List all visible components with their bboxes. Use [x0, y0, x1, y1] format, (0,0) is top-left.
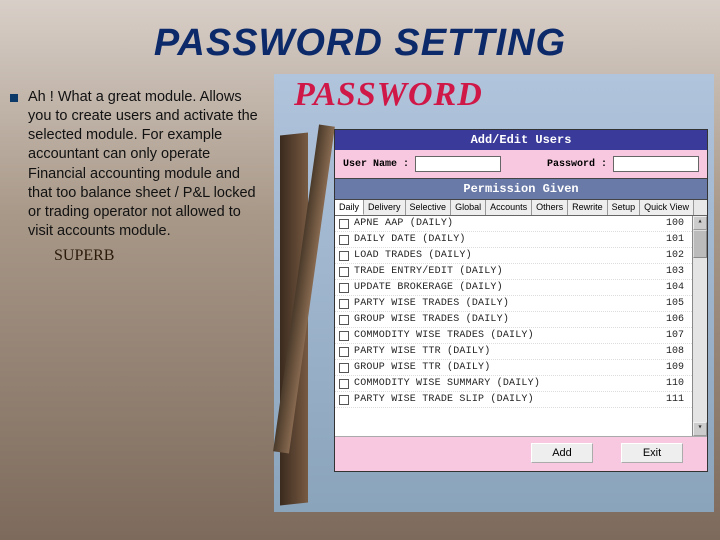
embedded-screenshot: PASSWORD Add/Edit Users User Name : Pass… — [274, 74, 714, 512]
credentials-row: User Name : Password : — [335, 150, 707, 178]
superb-label: SUPERB — [54, 247, 266, 265]
permission-code: 105 — [656, 298, 688, 309]
content-row: Ah ! What a great module. Allows you to … — [0, 84, 720, 265]
checkbox-icon[interactable] — [339, 219, 349, 229]
scroll-down-icon[interactable]: ▾ — [693, 422, 707, 436]
tab-global[interactable]: Global — [451, 200, 486, 215]
permission-label: APNE AAP (DAILY) — [354, 218, 656, 229]
permission-label: COMMODITY WISE TRADES (DAILY) — [354, 330, 656, 341]
list-item[interactable]: TRADE ENTRY/EDIT (DAILY)103 — [335, 264, 692, 280]
list-item[interactable]: GROUP WISE TTR (DAILY)109 — [335, 360, 692, 376]
checkbox-icon[interactable] — [339, 267, 349, 277]
checkbox-icon[interactable] — [339, 331, 349, 341]
checkbox-icon[interactable] — [339, 235, 349, 245]
tab-setup[interactable]: Setup — [608, 200, 641, 215]
checkbox-icon[interactable] — [339, 379, 349, 389]
permission-code: 110 — [656, 378, 688, 389]
list-item[interactable]: LOAD TRADES (DAILY)102 — [335, 248, 692, 264]
tab-accounts[interactable]: Accounts — [486, 200, 532, 215]
permission-code: 101 — [656, 234, 688, 245]
permission-label: DAILY DATE (DAILY) — [354, 234, 656, 245]
tab-others[interactable]: Others — [532, 200, 568, 215]
permission-label: PARTY WISE TRADES (DAILY) — [354, 298, 656, 309]
button-row: Add Exit — [335, 436, 707, 471]
password-input[interactable] — [613, 156, 699, 172]
permission-code: 107 — [656, 330, 688, 341]
tab-selective[interactable]: Selective — [406, 200, 452, 215]
checkbox-icon[interactable] — [339, 283, 349, 293]
permission-code: 104 — [656, 282, 688, 293]
permission-label: LOAD TRADES (DAILY) — [354, 250, 656, 261]
permission-label: PARTY WISE TTR (DAILY) — [354, 346, 656, 357]
scrollbar[interactable]: ▴ ▾ — [692, 216, 707, 436]
add-edit-users-window: Add/Edit Users User Name : Password : Pe… — [334, 129, 708, 472]
slide: PASSWORD SETTING Ah ! What a great modul… — [0, 0, 720, 540]
username-label: User Name : — [343, 159, 409, 170]
scroll-thumb[interactable] — [693, 230, 707, 258]
password-heading: PASSWORD — [294, 76, 483, 114]
permission-label: GROUP WISE TRADES (DAILY) — [354, 314, 656, 325]
tab-daily[interactable]: Daily — [335, 200, 364, 215]
permission-label: UPDATE BROKERAGE (DAILY) — [354, 282, 656, 293]
screenshot-column: PASSWORD Add/Edit Users User Name : Pass… — [274, 84, 712, 265]
permission-list: APNE AAP (DAILY)100DAILY DATE (DAILY)101… — [335, 216, 692, 436]
checkbox-icon[interactable] — [339, 251, 349, 261]
add-button[interactable]: Add — [531, 443, 593, 463]
permission-code: 106 — [656, 314, 688, 325]
permission-code: 103 — [656, 266, 688, 277]
page-title: PASSWORD SETTING — [0, 0, 720, 65]
permission-code: 108 — [656, 346, 688, 357]
permission-label: GROUP WISE TTR (DAILY) — [354, 362, 656, 373]
checkbox-icon[interactable] — [339, 395, 349, 405]
bullet-text: Ah ! What a great module. Allows you to … — [28, 88, 266, 241]
bullet-icon — [10, 94, 18, 102]
checkbox-icon[interactable] — [339, 299, 349, 309]
exit-button[interactable]: Exit — [621, 443, 683, 463]
list-item[interactable]: COMMODITY WISE TRADES (DAILY)107 — [335, 328, 692, 344]
permission-code: 109 — [656, 362, 688, 373]
list-item[interactable]: GROUP WISE TRADES (DAILY)106 — [335, 312, 692, 328]
scroll-track[interactable] — [693, 230, 707, 422]
list-item[interactable]: PARTY WISE TRADE SLIP (DAILY)111 — [335, 392, 692, 408]
permission-list-wrap: APNE AAP (DAILY)100DAILY DATE (DAILY)101… — [335, 216, 707, 436]
tab-delivery[interactable]: Delivery — [364, 200, 406, 215]
tab-row: DailyDeliverySelectiveGlobalAccountsOthe… — [335, 200, 707, 216]
permission-label: PARTY WISE TRADE SLIP (DAILY) — [354, 394, 656, 405]
tab-quick-view[interactable]: Quick View — [640, 200, 694, 215]
checkbox-icon[interactable] — [339, 315, 349, 325]
checkbox-icon[interactable] — [339, 347, 349, 357]
list-item[interactable]: PARTY WISE TRADES (DAILY)105 — [335, 296, 692, 312]
permission-label: TRADE ENTRY/EDIT (DAILY) — [354, 266, 656, 277]
password-label: Password : — [547, 159, 607, 170]
permission-code: 111 — [656, 394, 688, 405]
permission-label: COMMODITY WISE SUMMARY (DAILY) — [354, 378, 656, 389]
scroll-up-icon[interactable]: ▴ — [693, 216, 707, 230]
list-item[interactable]: PARTY WISE TTR (DAILY)108 — [335, 344, 692, 360]
permission-code: 100 — [656, 218, 688, 229]
checkbox-icon[interactable] — [339, 363, 349, 373]
list-item[interactable]: APNE AAP (DAILY)100 — [335, 216, 692, 232]
list-item[interactable]: DAILY DATE (DAILY)101 — [335, 232, 692, 248]
bullet-column: Ah ! What a great module. Allows you to … — [8, 84, 274, 265]
list-item[interactable]: UPDATE BROKERAGE (DAILY)104 — [335, 280, 692, 296]
permission-header: Permission Given — [335, 178, 707, 200]
bullet-item: Ah ! What a great module. Allows you to … — [8, 88, 266, 241]
tab-rewrite[interactable]: Rewrite — [568, 200, 608, 215]
list-item[interactable]: COMMODITY WISE SUMMARY (DAILY)110 — [335, 376, 692, 392]
permission-code: 102 — [656, 250, 688, 261]
window-titlebar: Add/Edit Users — [335, 130, 707, 150]
username-input[interactable] — [415, 156, 501, 172]
